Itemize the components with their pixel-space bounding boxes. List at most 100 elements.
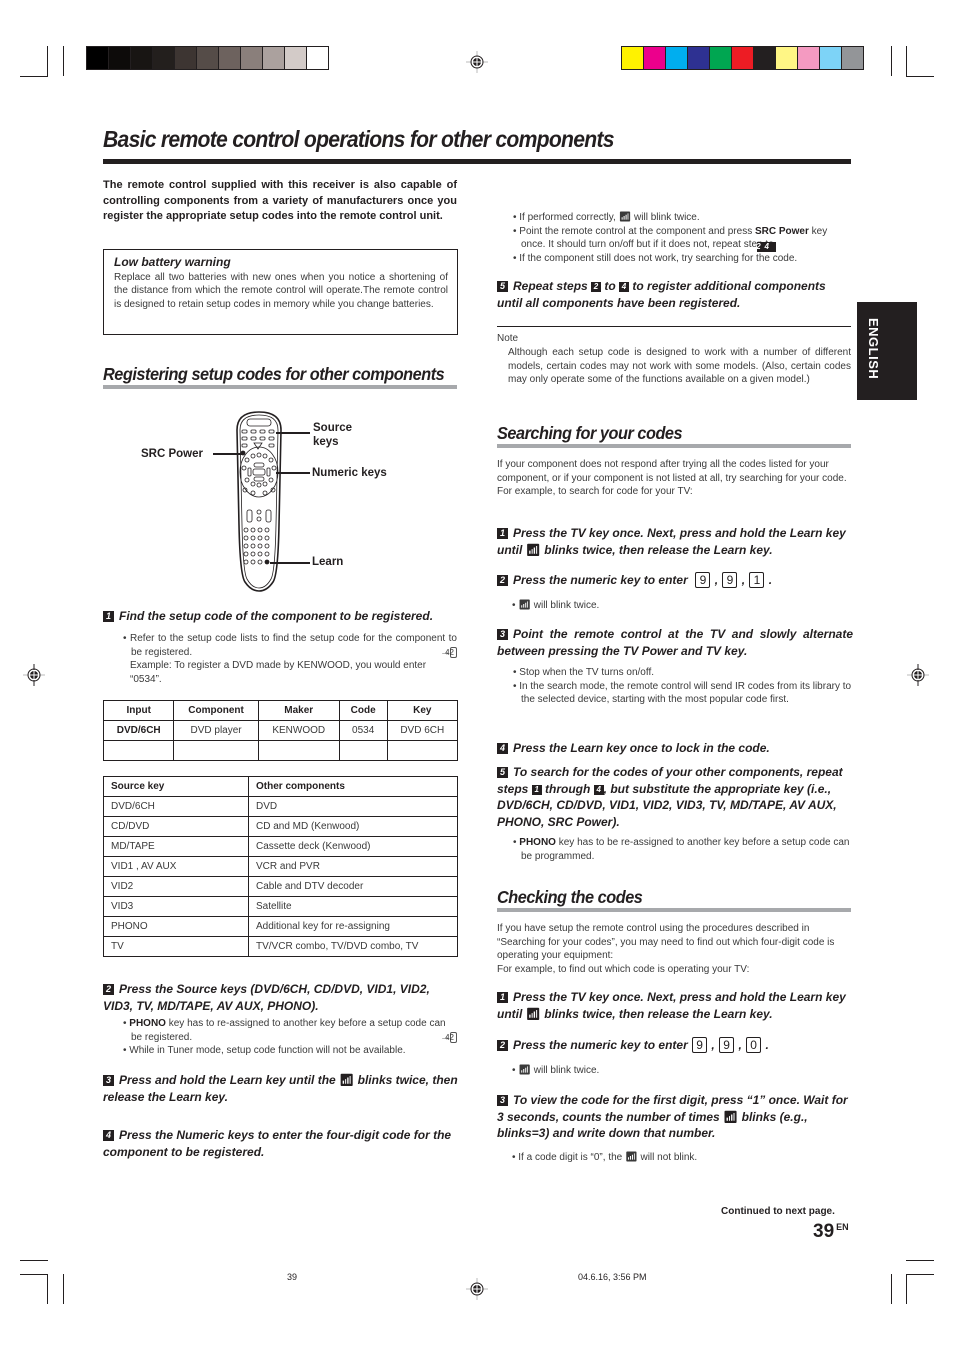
numeric-key-box: 1: [749, 572, 765, 588]
table-header-cell: Input: [102, 700, 175, 721]
color-swatch: [109, 47, 131, 69]
numeric-key-box: 9: [719, 1037, 735, 1053]
table-header-cell: Code: [338, 700, 388, 721]
crop-mark: [906, 1274, 934, 1275]
crop-mark: [47, 1274, 48, 1304]
callout-line: [213, 453, 243, 455]
crop-mark: [47, 46, 48, 76]
registration-mark-icon: [466, 1278, 488, 1300]
footer-page-number: 39: [287, 1272, 298, 1282]
table-cell: 0534: [338, 720, 388, 741]
table-cell: VID2: [103, 876, 249, 897]
step-number-badge: 4: [103, 1130, 114, 1141]
crop-mark: [906, 1260, 934, 1261]
step-text: Press the numeric key to enter: [513, 1038, 688, 1052]
color-swatch: [285, 47, 307, 69]
bullet-text: will blink twice.: [530, 1065, 600, 1076]
step-text: to: [601, 279, 620, 293]
color-swatch: [175, 47, 197, 69]
register-step-1-bullets: • Refer to the setup code lists to find …: [123, 633, 457, 685]
table-header-cell: Source key: [103, 776, 249, 797]
section-rule: [497, 444, 851, 448]
step-text: Point the remote control at the TV and s…: [497, 627, 853, 658]
table-cell: Satellite: [248, 896, 458, 917]
search-step-3: 3 Point the remote control at the TV and …: [497, 626, 853, 659]
bullet-text: If a code digit is “0”, the: [518, 1152, 625, 1163]
bullet-text: will blink twice.: [631, 212, 700, 223]
crop-mark: [20, 1274, 48, 1275]
table-header-cell: Key: [386, 700, 459, 721]
checking-example-text: For example, to find out which code is o…: [497, 963, 750, 975]
page-ref-icon: 42: [445, 646, 457, 658]
checking-intro: If you have setup the remote control usi…: [497, 922, 852, 976]
register-step-4: 4 Press the Numeric keys to enter the fou…: [103, 1127, 459, 1160]
step-text: Press the Source keys (DVD/6CH, CD/DVD, …: [103, 982, 430, 1013]
page-number-value: 39: [813, 1221, 835, 1242]
table-row: PHONO Additional key for re-assigning: [103, 916, 458, 937]
numeric-key-box: 0: [746, 1037, 762, 1053]
step-text: blinks twice, then release the Learn key…: [540, 542, 773, 557]
search-step-3-bullets: • Stop when the TV turns on/off. • In th…: [513, 667, 852, 705]
table-cell: VID1 , AV AUX: [103, 856, 249, 877]
crop-mark: [891, 1274, 892, 1304]
color-swatch: [241, 47, 263, 69]
step-ref-badge: 4: [619, 282, 630, 292]
source-key-table: Source key Other components DVD/6CH DVD CD/…: [103, 776, 458, 957]
continued-note: Continued to next page.: [721, 1206, 835, 1217]
bullet-text: key has to be re-assigned to another key…: [521, 837, 850, 862]
label-learn: Learn: [312, 556, 344, 568]
ir-signal-icon: 📶︎: [518, 1065, 531, 1076]
bullet-text: If performed correctly,: [519, 212, 619, 223]
section-title-searching: Searching for your codes: [497, 423, 683, 443]
table-cell: DVD/6CH: [103, 796, 249, 817]
page-number-suffix: EN: [836, 1221, 849, 1232]
searching-intro: If your component does not respond after…: [497, 458, 852, 499]
step-text: Repeat steps: [513, 279, 592, 293]
table-row: DVD/6CH DVD player KENWOOD 0534 DVD 6CH: [102, 720, 459, 741]
step-text: Press the numeric key to enter: [513, 573, 688, 587]
bullet-text: Stop when the TV turns on/off.: [519, 667, 654, 678]
page-number: 39 EN: [813, 1221, 849, 1243]
table-cell: DVD player: [173, 720, 259, 741]
color-swatch: [710, 47, 732, 69]
crop-mark: [906, 46, 907, 76]
table-row: CD/DVD CD and MD (Kenwood): [103, 816, 458, 837]
table-cell: Additional key for re-assigning: [248, 916, 458, 937]
language-tab-label: ENGLISH: [866, 318, 881, 380]
bold-key-name: SRC Power: [754, 225, 809, 237]
step-number-badge: 5: [497, 767, 508, 778]
color-swatch: [263, 47, 285, 69]
numeric-key-box: 9: [722, 572, 738, 588]
bullet-text: Point the remote control at the componen…: [519, 225, 755, 237]
color-swatch: [153, 47, 175, 69]
check-step-1: 1 Press the TV key once. Next, press and …: [497, 989, 853, 1022]
step-ref-badge: 2: [591, 282, 602, 292]
step-number-badge: 1: [103, 611, 114, 622]
table-cell: VID3: [103, 896, 249, 917]
table-cell: VCR and PVR: [248, 856, 458, 877]
table-cell: [338, 740, 388, 761]
remote-control-icon: [236, 411, 282, 592]
ir-signal-icon: 📶︎: [525, 1006, 541, 1021]
bold-key-name: PHONO: [519, 837, 556, 848]
step-number-badge: 4: [497, 743, 508, 754]
table-cell: CD and MD (Kenwood): [248, 816, 458, 837]
table-cell: KENWOOD: [257, 720, 340, 741]
label-source-keys-line2: keys: [313, 436, 339, 448]
check-step-3-bullet: • If a code digit is “0”, the 📶︎ will no…: [512, 1152, 698, 1163]
register-step-5: 5 Repeat steps 2 to 4 to register additio…: [497, 278, 853, 311]
low-battery-warning-box: Low battery warning Replace all two batt…: [103, 249, 458, 335]
step-number-badge: 5: [497, 281, 508, 292]
table-row: VID3 Satellite: [103, 896, 458, 917]
search-step-5: 5 To search for the codes of your other c…: [497, 764, 853, 830]
step-ref-badge: 4: [593, 784, 604, 795]
step-text: Press the Numeric keys to enter the four…: [103, 1128, 452, 1159]
checking-intro-text: If you have setup the remote control usi…: [497, 923, 835, 961]
register-step-2-bullets: • PHONO key has to re-assigned to anothe…: [122, 1017, 457, 1058]
check-step-2-bullet: • 📶︎ will blink twice.: [512, 1065, 600, 1076]
step-number-badge: 2: [103, 984, 114, 995]
step-text: Press the Learn key once to lock in the …: [513, 741, 770, 755]
numeric-key-box: 9: [692, 1037, 708, 1053]
search-step-5-bullet: • PHONO key has to be re-assigned to ano…: [513, 837, 850, 862]
remote-control-illustration: [233, 410, 285, 593]
